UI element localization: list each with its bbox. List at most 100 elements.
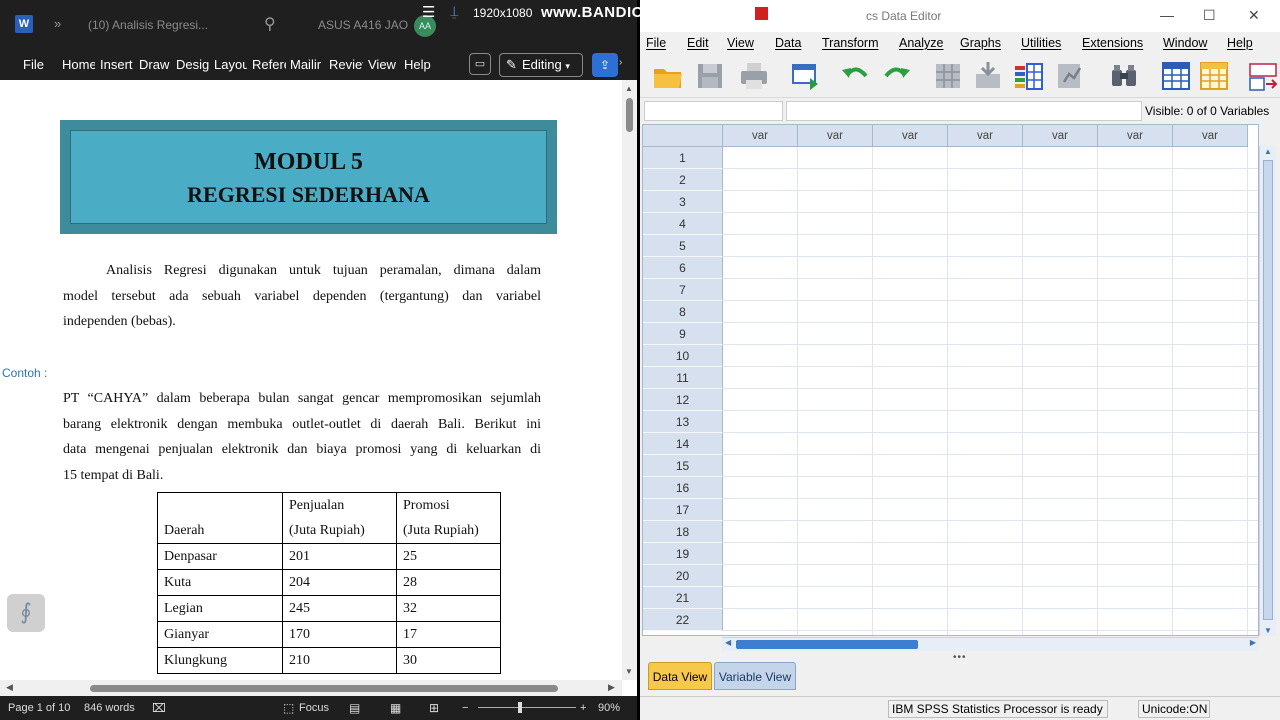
close-icon[interactable]: ✕	[1248, 7, 1260, 24]
zoom-out-icon[interactable]: −	[462, 702, 468, 714]
goto-variable-icon[interactable]	[972, 60, 1004, 92]
row-header[interactable]: 17	[643, 499, 723, 521]
menu-edit[interactable]: Edit	[687, 36, 709, 50]
row-header[interactable]: 18	[643, 521, 723, 543]
row-header[interactable]: 8	[643, 301, 723, 323]
menu-graphs[interactable]: Graphs	[960, 36, 1001, 50]
row-header[interactable]: 6	[643, 257, 723, 279]
web-layout-icon[interactable]: ⊞	[429, 701, 439, 715]
focus-label[interactable]: Focus	[299, 702, 329, 714]
tab-mailings[interactable]: Mailir	[290, 57, 324, 72]
row-header[interactable]: 9	[643, 323, 723, 345]
tab-insert[interactable]: Insert	[100, 57, 134, 72]
grid-horizontal-scrollbar[interactable]: ◀ ▶	[722, 637, 1259, 651]
row-header[interactable]: 15	[643, 455, 723, 477]
grid-corner[interactable]	[643, 125, 723, 147]
scroll-left-icon[interactable]: ◀	[725, 638, 731, 647]
print-icon[interactable]	[738, 60, 770, 92]
column-header-var[interactable]: var	[1173, 125, 1248, 147]
column-header-var[interactable]: var	[798, 125, 873, 147]
tab-layout[interactable]: Layou	[214, 57, 247, 72]
close-icon[interactable]: ✕	[843, 3, 856, 21]
editing-mode-button[interactable]: ✎ Editing ▾	[499, 53, 583, 77]
menu-data[interactable]: Data	[775, 36, 801, 50]
splitter-handle[interactable]: •••	[953, 652, 967, 663]
scroll-thumb[interactable]	[1263, 160, 1273, 620]
document-title[interactable]: (10) Analisis Regresi...	[88, 18, 208, 32]
menu-utilities[interactable]: Utilities	[1021, 36, 1061, 50]
column-header-var[interactable]: var	[1023, 125, 1098, 147]
value-labels-icon[interactable]	[1246, 60, 1278, 92]
row-header[interactable]: 13	[643, 411, 723, 433]
record-stop-icon[interactable]	[755, 7, 768, 20]
word-vertical-scrollbar[interactable]: ▲ ▼	[622, 80, 637, 680]
zoom-slider-knob[interactable]	[518, 702, 522, 713]
row-header[interactable]: 7	[643, 279, 723, 301]
menu-transform[interactable]: Transform	[822, 36, 879, 50]
page-count[interactable]: Page 1 of 10	[8, 702, 70, 714]
pin-icon[interactable]: ⍊	[450, 3, 458, 20]
tab-references[interactable]: Refere	[252, 57, 286, 72]
scroll-down-icon[interactable]: ▼	[625, 667, 633, 676]
tab-draw[interactable]: Draw	[139, 57, 171, 72]
floating-app-icon[interactable]: ∮	[7, 594, 45, 632]
row-header[interactable]: 12	[643, 389, 723, 411]
redo-icon[interactable]	[880, 60, 912, 92]
expand-chevron-icon[interactable]: »	[54, 16, 61, 31]
scroll-down-icon[interactable]: ▼	[1264, 626, 1272, 635]
zoom-in-icon[interactable]: +	[580, 702, 586, 714]
column-header-var[interactable]: var	[723, 125, 798, 147]
undo-icon[interactable]	[840, 60, 872, 92]
open-folder-icon[interactable]	[652, 60, 684, 92]
row-header[interactable]: 21	[643, 587, 723, 609]
word-horizontal-scrollbar[interactable]: ◀ ▶	[0, 680, 622, 696]
menu-icon[interactable]: ☰	[422, 3, 435, 21]
grid-vertical-scrollbar[interactable]: ▲ ▼	[1259, 146, 1276, 636]
variables-icon[interactable]	[1012, 60, 1044, 92]
row-header[interactable]: 14	[643, 433, 723, 455]
tab-design[interactable]: Desig	[176, 57, 209, 72]
menu-file[interactable]: File	[646, 36, 666, 50]
find-icon[interactable]	[1108, 60, 1140, 92]
insert-cases-icon[interactable]	[1160, 60, 1192, 92]
ribbon-overflow-icon[interactable]: ›	[619, 57, 622, 68]
tab-file[interactable]: File	[23, 57, 53, 72]
run-descriptives-icon[interactable]	[1054, 60, 1086, 92]
document-page[interactable]: MODUL 5 REGRESI SEDERHANA Analisis Regre…	[0, 80, 622, 680]
column-header-var[interactable]: var	[873, 125, 948, 147]
print-layout-icon[interactable]: ▦	[390, 701, 401, 715]
search-icon[interactable]: ⚲	[264, 14, 276, 34]
tab-view[interactable]: View	[368, 57, 398, 72]
scroll-right-icon[interactable]: ▶	[1250, 638, 1256, 647]
dialog-recall-icon[interactable]	[790, 60, 822, 92]
menu-help[interactable]: Help	[1227, 36, 1253, 50]
row-header[interactable]: 5	[643, 235, 723, 257]
tab-data-view[interactable]: Data View	[648, 662, 712, 690]
tab-variable-view[interactable]: Variable View	[714, 662, 796, 690]
row-header[interactable]: 11	[643, 367, 723, 389]
column-header-var[interactable]: var	[1098, 125, 1173, 147]
minimize-icon[interactable]: —	[1160, 7, 1174, 23]
scroll-thumb[interactable]	[626, 98, 633, 132]
scroll-thumb[interactable]	[90, 685, 558, 692]
scroll-thumb[interactable]	[736, 640, 918, 649]
scroll-up-icon[interactable]: ▲	[1264, 147, 1272, 156]
row-header[interactable]: 3	[643, 191, 723, 213]
scroll-up-icon[interactable]: ▲	[625, 84, 633, 93]
cell-reference-box[interactable]	[644, 101, 783, 121]
save-icon[interactable]	[694, 60, 726, 92]
scroll-right-icon[interactable]: ▶	[608, 682, 615, 693]
row-header[interactable]: 22	[643, 609, 723, 631]
goto-case-icon[interactable]	[932, 60, 964, 92]
menu-extensions[interactable]: Extensions	[1082, 36, 1143, 50]
insert-variable-icon[interactable]	[1198, 60, 1230, 92]
row-header[interactable]: 2	[643, 169, 723, 191]
draw-pen-icon[interactable]: ✎	[811, 3, 823, 20]
column-header-var[interactable]: var	[948, 125, 1023, 147]
zoom-level[interactable]: 90%	[598, 702, 620, 714]
data-grid[interactable]: var var var var var var var 1 2 3 4 5 6 7 8 9 10 11 12 13 14…	[642, 124, 1259, 636]
row-header[interactable]: 10	[643, 345, 723, 367]
proofing-icon[interactable]: ⌧	[152, 701, 166, 715]
row-header[interactable]: 20	[643, 565, 723, 587]
row-header[interactable]: 16	[643, 477, 723, 499]
